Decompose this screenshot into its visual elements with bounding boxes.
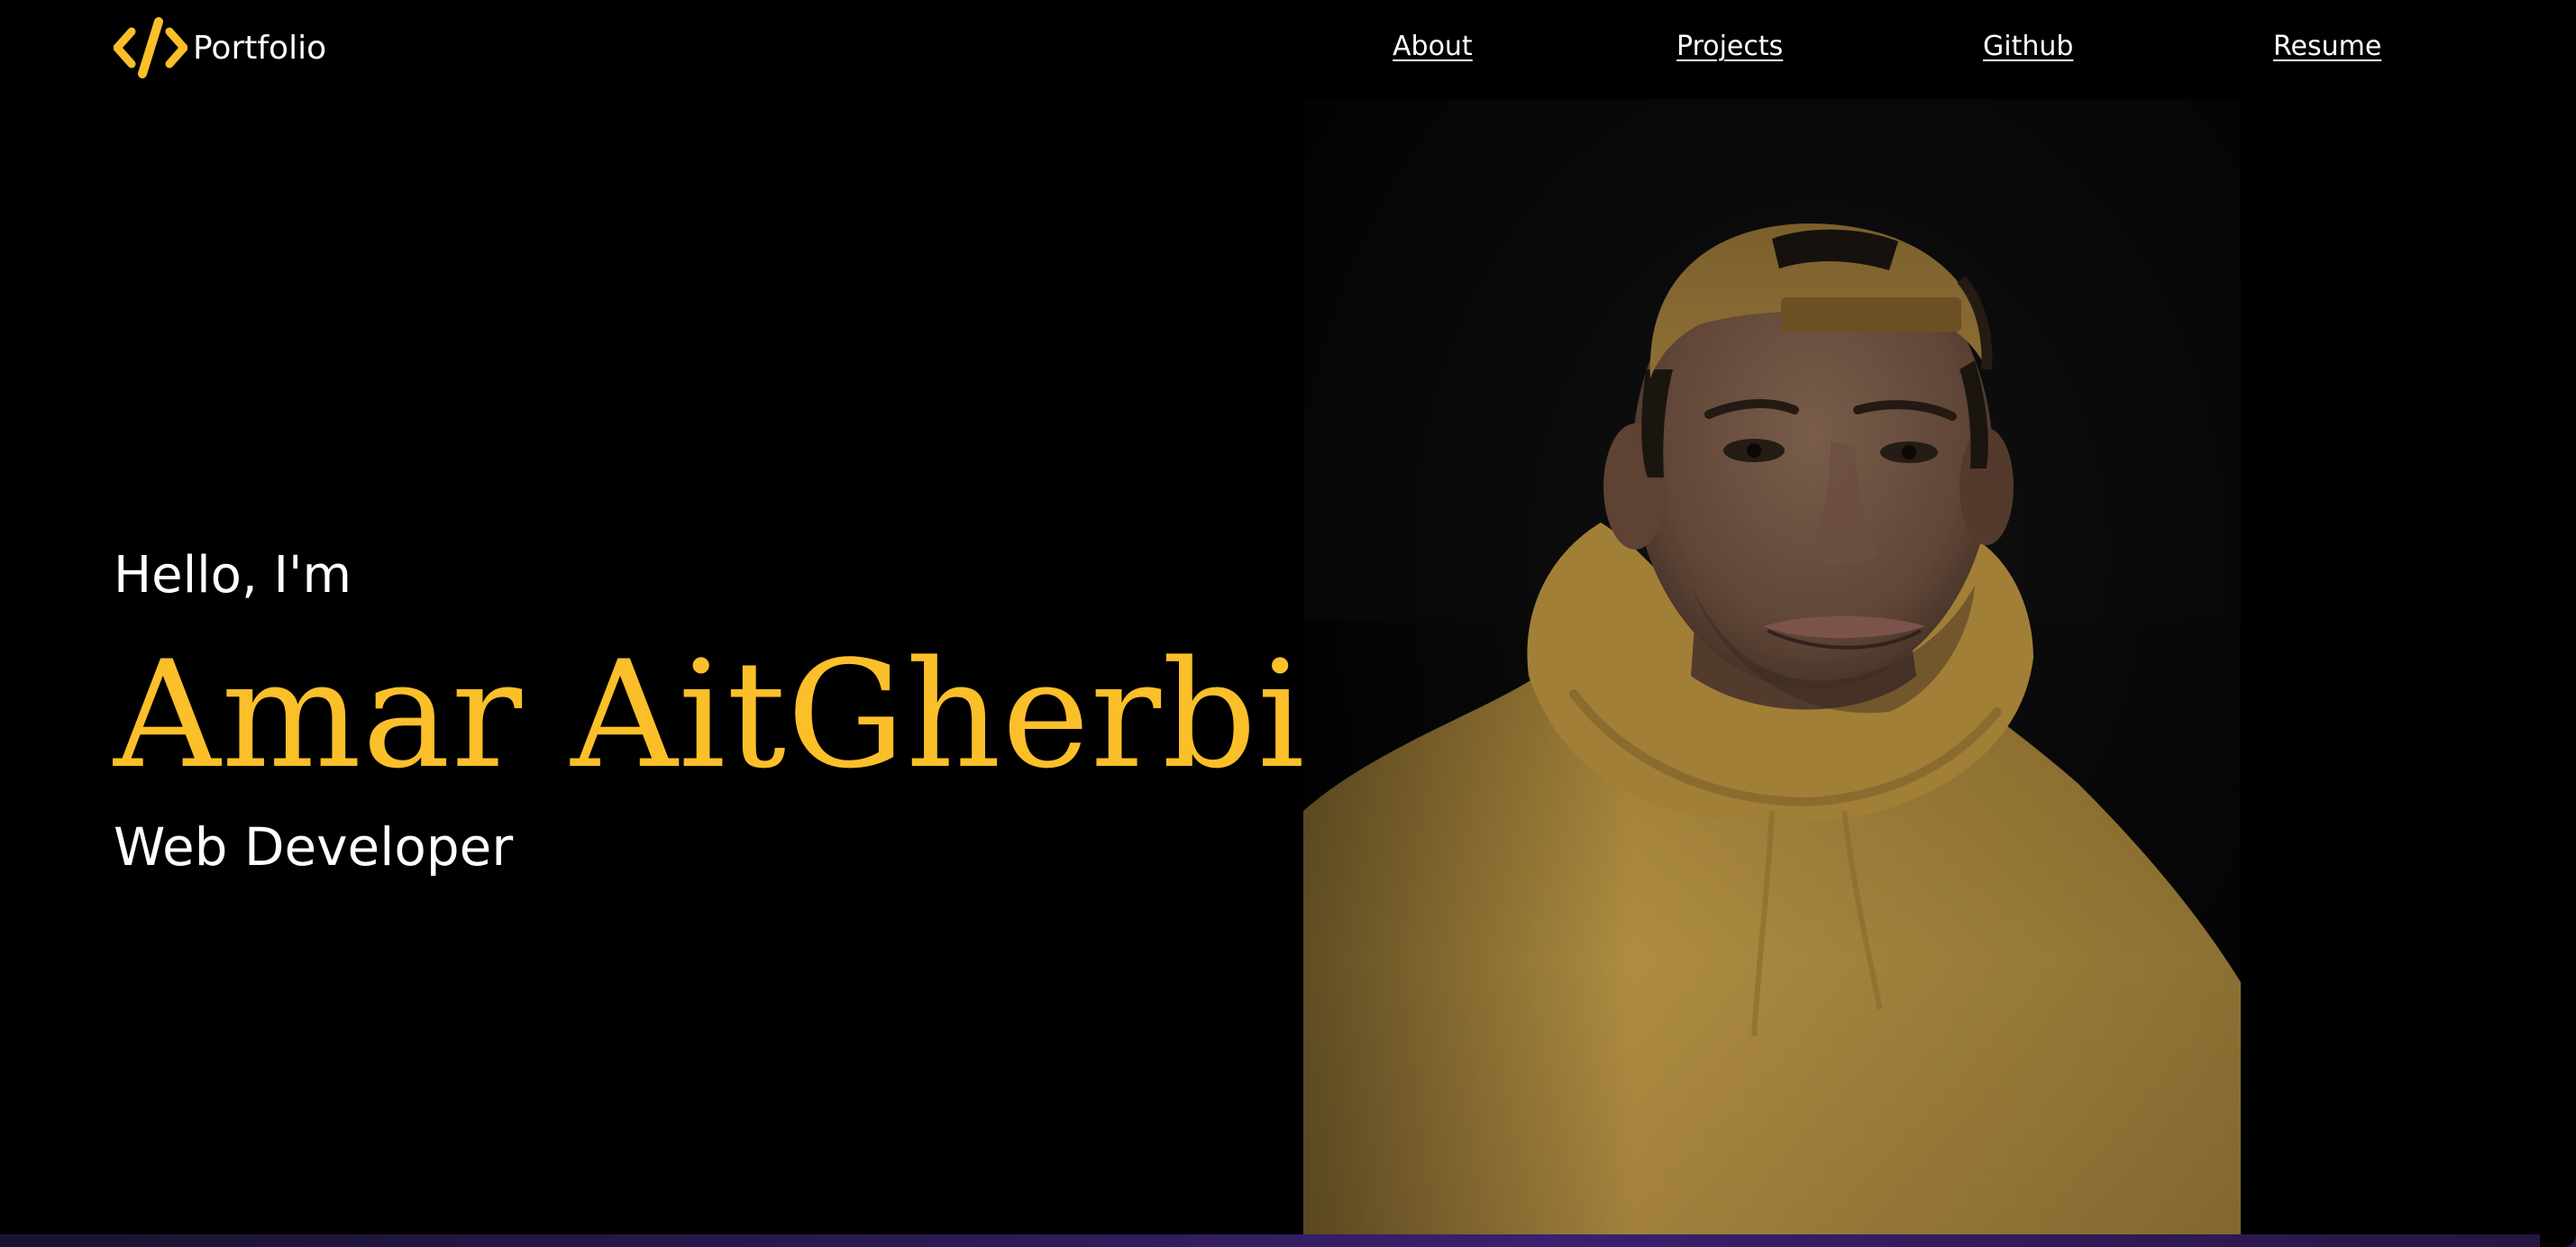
logo-text: Portfolio bbox=[193, 29, 327, 67]
nav-about-link[interactable]: About bbox=[1393, 31, 1473, 62]
profile-photo bbox=[1303, 99, 2241, 1236]
portrait-illustration bbox=[1303, 99, 2241, 1236]
bottom-accent-strip bbox=[0, 1234, 2576, 1247]
hero-role: Web Developer bbox=[114, 816, 514, 878]
nav-resume-link[interactable]: Resume bbox=[2273, 31, 2381, 62]
logo-link[interactable]: Portfolio bbox=[114, 16, 326, 79]
nav-projects-link[interactable]: Projects bbox=[1676, 31, 1783, 62]
hero-greeting: Hello, I'm bbox=[114, 546, 352, 605]
portfolio-page: Portfolio About Projects Github Resume H… bbox=[0, 0, 2576, 1247]
hero-name: Amar AitGherbi bbox=[114, 629, 1306, 801]
code-brackets-icon bbox=[114, 17, 187, 78]
nav-github-link[interactable]: Github bbox=[1983, 31, 2073, 62]
site-header: Portfolio About Projects Github Resume bbox=[0, 0, 2576, 101]
